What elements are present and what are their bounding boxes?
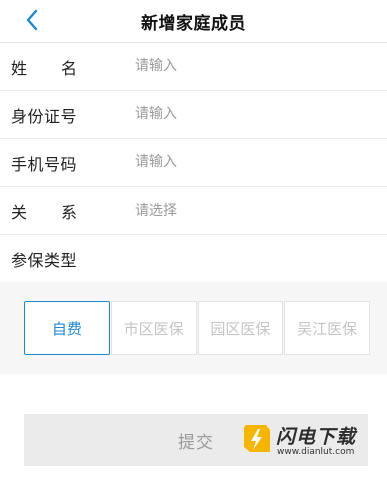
insurance-option-park[interactable]: 园区医保 — [197, 301, 284, 355]
page-title: 新增家庭成员 — [141, 14, 246, 34]
id-number-label: 身份证号 — [11, 107, 78, 126]
relation-label: 关 系 — [11, 199, 77, 223]
name-label: 姓 名 — [11, 55, 77, 79]
name-label-char-2: 名 — [60, 59, 77, 78]
phone-label: 手机号码 — [11, 155, 78, 174]
insurance-options-panel: 自费 市区医保 园区医保 吴江医保 — [0, 282, 387, 374]
insurance-option-city[interactable]: 市区医保 — [110, 301, 197, 355]
phone-input[interactable] — [135, 150, 355, 174]
add-family-member-page: 新增家庭成员 姓 名 身份证号 手机号码 关 系 请选择 参保类型 — [0, 0, 387, 480]
insurance-type-label: 参保类型 — [11, 251, 78, 270]
relation-row[interactable]: 关 系 请选择 — [0, 187, 387, 235]
relation-label-char-2: 系 — [60, 203, 77, 222]
id-number-row: 身份证号 — [0, 91, 387, 139]
navigation-bar: 新增家庭成员 — [0, 0, 387, 43]
member-form: 姓 名 身份证号 手机号码 关 系 请选择 参保类型 — [0, 43, 387, 283]
watermark: 闪电下载 www.dianlut.com — [240, 420, 380, 462]
lightning-logo-icon — [244, 425, 270, 452]
insurance-option-self-pay[interactable]: 自费 — [24, 301, 110, 355]
relation-label-char-1: 关 — [11, 203, 28, 222]
relation-select[interactable]: 请选择 — [135, 200, 177, 220]
id-number-input[interactable] — [135, 102, 355, 126]
watermark-brand: 闪电下载 — [276, 426, 357, 448]
name-label-char-1: 姓 — [11, 59, 28, 78]
phone-row: 手机号码 — [0, 139, 387, 187]
name-row: 姓 名 — [0, 43, 387, 91]
name-input[interactable] — [135, 54, 355, 78]
insurance-option-wujiang[interactable]: 吴江医保 — [284, 301, 370, 355]
insurance-type-row: 参保类型 — [0, 235, 387, 283]
insurance-options: 自费 市区医保 园区医保 吴江医保 — [24, 301, 370, 355]
watermark-url: www.dianlut.com — [277, 447, 355, 457]
